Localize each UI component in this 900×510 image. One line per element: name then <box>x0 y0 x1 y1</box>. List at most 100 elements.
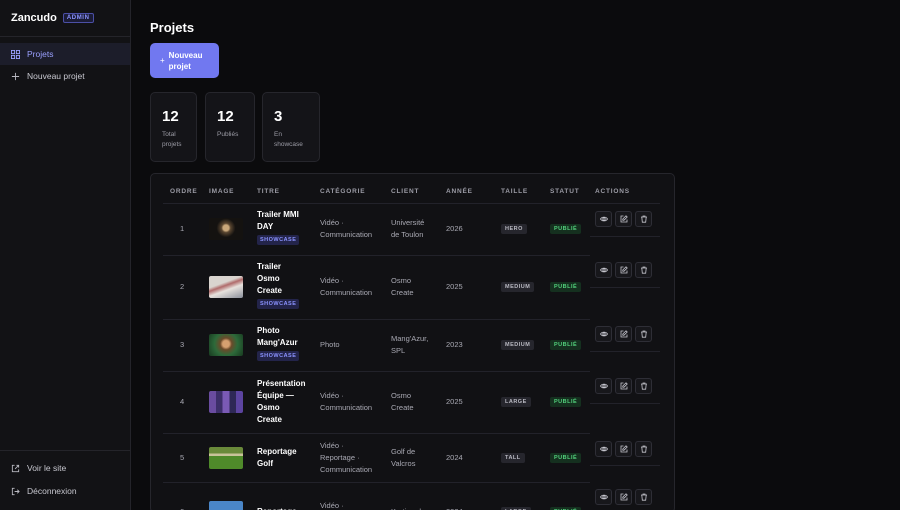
view-button[interactable] <box>595 441 612 457</box>
edit-button[interactable] <box>615 262 632 278</box>
row-divider <box>163 203 590 204</box>
status-badge: PUBLIÉ <box>550 282 582 292</box>
row-divider <box>163 433 590 434</box>
project-title: Trailer Osmo CreateSHOWCASE <box>257 261 309 310</box>
size-badge: LARGE <box>501 397 531 407</box>
eye-icon <box>599 216 608 222</box>
showcase-badge: SHOWCASE <box>257 299 300 310</box>
admin-badge: ADMIN <box>62 13 94 23</box>
project-year: 2023 <box>446 340 463 349</box>
sidebar-item-nouveau-projet[interactable]: Nouveau projet <box>0 65 130 87</box>
edit-icon <box>620 266 628 274</box>
status-badge: PUBLIÉ <box>550 397 582 407</box>
column-header-title: TITRE <box>257 188 280 195</box>
size-badge: MEDIUM <box>501 340 535 350</box>
view-button[interactable] <box>595 378 612 394</box>
sidebar-item-label: Projets <box>27 49 54 59</box>
trash-icon <box>640 215 647 223</box>
sidebar-item-voir-le-site[interactable]: Voir le site <box>0 457 130 479</box>
size-badge: MEDIUM <box>501 282 535 292</box>
eye-icon <box>599 494 608 500</box>
project-title: Photo Mang'AzurSHOWCASE <box>257 326 300 362</box>
delete-button[interactable] <box>635 262 652 278</box>
row-order: 2 <box>180 282 185 291</box>
stat-label: Total projets <box>162 131 182 148</box>
row-divider <box>163 482 590 483</box>
sidebar-divider <box>0 36 131 37</box>
stat-card-total: 12 Total projets <box>150 92 197 162</box>
eye-icon <box>599 446 608 452</box>
row-divider <box>590 203 660 204</box>
brand[interactable]: Zancudo ADMIN <box>11 12 94 24</box>
edit-button[interactable] <box>615 441 632 457</box>
project-category: Vidéo ·Reportage · <box>320 501 344 510</box>
row-order: 4 <box>180 397 185 406</box>
sidebar-item-label: Nouveau projet <box>27 71 85 81</box>
eye-icon <box>599 383 608 389</box>
trash-icon <box>640 266 647 274</box>
project-title: Reportage Golf <box>257 446 297 468</box>
new-project-button[interactable]: + Nouveau projet <box>150 43 219 78</box>
edit-icon <box>620 215 628 223</box>
column-header-order: ORDRE <box>170 188 198 195</box>
project-client: Université de Toulon <box>391 218 425 239</box>
column-header-status: STATUT <box>550 188 580 195</box>
eye-icon <box>599 267 608 273</box>
column-header-year: ANNÉE <box>446 188 473 195</box>
project-thumbnail <box>209 391 243 413</box>
delete-button[interactable] <box>635 326 652 342</box>
project-year: 2025 <box>446 282 463 291</box>
sidebar-item-label: Voir le site <box>27 463 67 473</box>
page-title: Projets <box>150 20 195 35</box>
delete-button[interactable] <box>635 441 652 457</box>
plus-icon: + <box>160 56 165 65</box>
view-button[interactable] <box>595 326 612 342</box>
stat-label: En showcase <box>274 131 303 148</box>
sidebar-footer-divider <box>0 450 131 451</box>
main-content: Projets + Nouveau projet 12 Total projets … <box>131 0 900 510</box>
sidebar-item-deconnexion[interactable]: Déconnexion <box>0 480 130 502</box>
sidebar-item-projets[interactable]: Projets <box>0 43 130 65</box>
stat-label: Publiés <box>217 131 239 138</box>
view-button[interactable] <box>595 211 612 227</box>
size-badge: TALL <box>501 452 525 463</box>
project-client: Karting de <box>391 506 425 510</box>
edit-icon <box>620 330 628 338</box>
project-year: 2024 <box>446 506 463 510</box>
new-project-label: Nouveau projet <box>168 50 203 71</box>
status-badge: PUBLIÉ <box>550 452 582 463</box>
delete-button[interactable] <box>635 489 652 505</box>
stat-value: 12 <box>162 108 179 125</box>
logout-icon <box>11 487 20 495</box>
row-divider <box>590 351 660 352</box>
view-button[interactable] <box>595 489 612 505</box>
project-client: Osmo Create <box>391 276 414 297</box>
trash-icon <box>640 330 647 338</box>
view-button[interactable] <box>595 262 612 278</box>
status-badge: PUBLIÉ <box>550 340 582 350</box>
row-order: 6 <box>180 506 184 510</box>
edit-button[interactable] <box>615 378 632 394</box>
stat-card-publies: 12 Publiés <box>205 92 255 162</box>
edit-button[interactable] <box>615 489 632 505</box>
project-year: 2026 <box>446 224 463 233</box>
column-header-category: CATÉGORIE <box>320 188 366 195</box>
edit-icon <box>620 493 628 501</box>
row-order: 5 <box>180 452 185 462</box>
showcase-badge: SHOWCASE <box>257 235 300 246</box>
stat-value: 12 <box>217 108 234 125</box>
edit-button[interactable] <box>615 326 632 342</box>
stat-value: 3 <box>274 108 283 125</box>
size-badge: HERO <box>501 224 527 234</box>
row-divider <box>590 403 660 404</box>
project-title: Trailer MMI DAYSHOWCASE <box>257 210 300 246</box>
trash-icon <box>640 382 647 390</box>
delete-button[interactable] <box>635 211 652 227</box>
edit-button[interactable] <box>615 211 632 227</box>
delete-button[interactable] <box>635 378 652 394</box>
eye-icon <box>599 331 608 337</box>
row-divider <box>163 319 590 320</box>
project-client: Mang'Azur, SPL <box>391 334 429 355</box>
brand-name: Zancudo <box>11 12 57 24</box>
project-category: Photo <box>320 340 340 349</box>
